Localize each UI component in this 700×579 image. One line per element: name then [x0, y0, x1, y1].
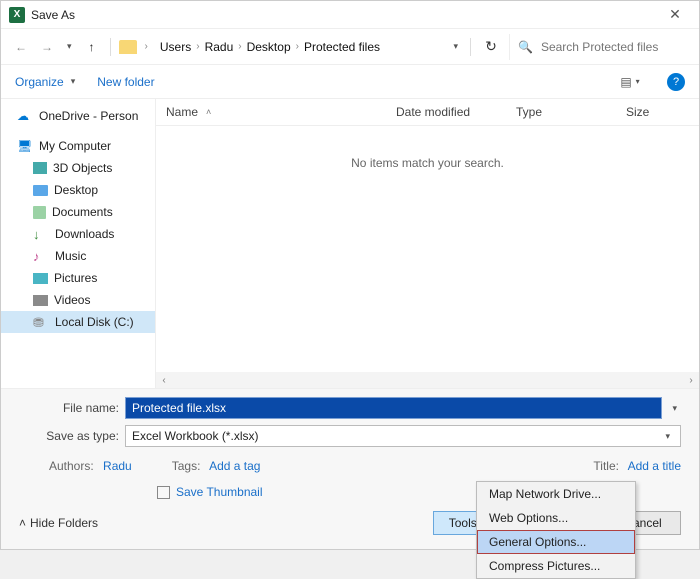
- menu-map-network-drive[interactable]: Map Network Drive...: [477, 482, 635, 506]
- menu-general-options[interactable]: General Options...: [477, 530, 635, 554]
- filename-dropdown[interactable]: ▾: [668, 403, 681, 414]
- refresh-button[interactable]: ↻: [479, 38, 503, 55]
- separator: [470, 38, 471, 56]
- savetype-label: Save as type:: [19, 429, 119, 443]
- tree-3dobjects[interactable]: 3D Objects: [1, 157, 155, 179]
- sort-asc-icon: ˄: [206, 107, 211, 117]
- tags-label: Tags:: [172, 459, 201, 473]
- path-dropdown[interactable]: ▾: [449, 41, 462, 52]
- tree-documents[interactable]: Documents: [1, 201, 155, 223]
- scroll-right-icon[interactable]: ›: [683, 375, 699, 386]
- up-button[interactable]: ↑: [82, 37, 102, 57]
- tree-mycomputer[interactable]: 🖥 My Computer: [1, 135, 155, 157]
- folder-icon: [119, 40, 137, 54]
- tree-videos[interactable]: Videos: [1, 289, 155, 311]
- tree-pictures[interactable]: Pictures: [1, 267, 155, 289]
- breadcrumb-sep: ›: [143, 41, 150, 52]
- titlebar: X Save As ✕: [1, 1, 699, 29]
- breadcrumb-item[interactable]: Protected files: [304, 40, 380, 54]
- close-button[interactable]: ✕: [655, 1, 695, 28]
- view-icon: ▤: [620, 75, 631, 89]
- dialog-title: Save As: [31, 8, 655, 22]
- filename-input[interactable]: [125, 397, 662, 419]
- excel-icon: X: [9, 7, 25, 23]
- folder-icon: [33, 185, 48, 196]
- organize-button[interactable]: Organize ▾: [15, 75, 79, 89]
- main-area: ☁ OneDrive - Person 🖥 My Computer 3D Obj…: [1, 99, 699, 388]
- pictures-icon: [33, 273, 48, 284]
- title-value[interactable]: Add a title: [628, 459, 681, 473]
- breadcrumb-item[interactable]: Users: [160, 40, 191, 54]
- col-name-header[interactable]: Name ˄: [156, 99, 386, 125]
- savetype-combo[interactable]: Excel Workbook (*.xlsx) ▾: [125, 425, 681, 447]
- search-input[interactable]: [539, 39, 681, 55]
- col-size-header[interactable]: Size: [616, 99, 699, 125]
- menu-compress-pictures[interactable]: Compress Pictures...: [477, 554, 635, 578]
- forward-button[interactable]: →: [37, 37, 57, 57]
- videos-icon: [33, 295, 48, 306]
- music-icon: ♪: [33, 249, 49, 263]
- authors-value[interactable]: Radu: [103, 459, 132, 473]
- tools-menu: Map Network Drive... Web Options... Gene…: [476, 481, 636, 579]
- scroll-track[interactable]: [172, 374, 683, 386]
- documents-icon: [33, 206, 46, 219]
- toolbar: Organize ▾ New folder ▤ ▾ ?: [1, 65, 699, 99]
- hide-folders-button[interactable]: ˄ Hide Folders: [19, 516, 98, 530]
- help-button[interactable]: ?: [667, 73, 685, 91]
- cloud-icon: ☁: [17, 109, 33, 123]
- computer-icon: 🖥: [17, 139, 33, 153]
- disk-icon: ⛃: [33, 315, 49, 329]
- scroll-left-icon[interactable]: ‹: [156, 375, 172, 386]
- tree-downloads[interactable]: ↓ Downloads: [1, 223, 155, 245]
- title-label: Title:: [593, 459, 619, 473]
- chevron-down-icon: ▾: [661, 431, 674, 442]
- breadcrumb-item[interactable]: Desktop: [247, 40, 291, 54]
- empty-message: No items match your search.: [156, 126, 699, 372]
- chevron-up-icon: ˄: [19, 516, 26, 530]
- tree-onedrive[interactable]: ☁ OneDrive - Person: [1, 105, 155, 127]
- history-dropdown[interactable]: ▾: [63, 41, 76, 52]
- tree-music[interactable]: ♪ Music: [1, 245, 155, 267]
- nav-tree: ☁ OneDrive - Person 🖥 My Computer 3D Obj…: [1, 99, 156, 388]
- nav-bar: ← → ▾ ↑ › Users › Radu › Desktop › Prote…: [1, 29, 699, 65]
- horizontal-scrollbar[interactable]: ‹ ›: [156, 372, 699, 388]
- save-as-dialog: X Save As ✕ ← → ▾ ↑ › Users › Radu › Des…: [0, 0, 700, 550]
- col-type-header[interactable]: Type: [506, 99, 616, 125]
- authors-label: Authors:: [49, 459, 94, 473]
- col-date-header[interactable]: Date modified: [386, 99, 506, 125]
- 3d-icon: [33, 162, 47, 174]
- column-headers: Name ˄ Date modified Type Size: [156, 99, 699, 126]
- save-thumbnail-checkbox[interactable]: [157, 486, 170, 499]
- tags-value[interactable]: Add a tag: [209, 459, 260, 473]
- save-thumbnail-label[interactable]: Save Thumbnail: [176, 485, 263, 499]
- search-box[interactable]: 🔍: [509, 34, 689, 60]
- chevron-down-icon: ▾: [632, 77, 644, 86]
- file-list: Name ˄ Date modified Type Size No items …: [156, 99, 699, 388]
- tree-localdisk[interactable]: ⛃ Local Disk (C:): [1, 311, 155, 333]
- tree-desktop[interactable]: Desktop: [1, 179, 155, 201]
- view-options-button[interactable]: ▤ ▾: [619, 71, 645, 93]
- downloads-icon: ↓: [33, 227, 49, 241]
- separator: [110, 38, 111, 56]
- new-folder-button[interactable]: New folder: [97, 75, 154, 89]
- back-button[interactable]: ←: [11, 37, 31, 57]
- filename-label: File name:: [19, 401, 119, 415]
- chevron-down-icon: ▾: [67, 76, 80, 87]
- search-icon: 🔍: [518, 40, 533, 54]
- menu-web-options[interactable]: Web Options...: [477, 506, 635, 530]
- breadcrumb[interactable]: Users › Radu › Desktop › Protected files: [156, 40, 444, 54]
- breadcrumb-item[interactable]: Radu: [205, 40, 234, 54]
